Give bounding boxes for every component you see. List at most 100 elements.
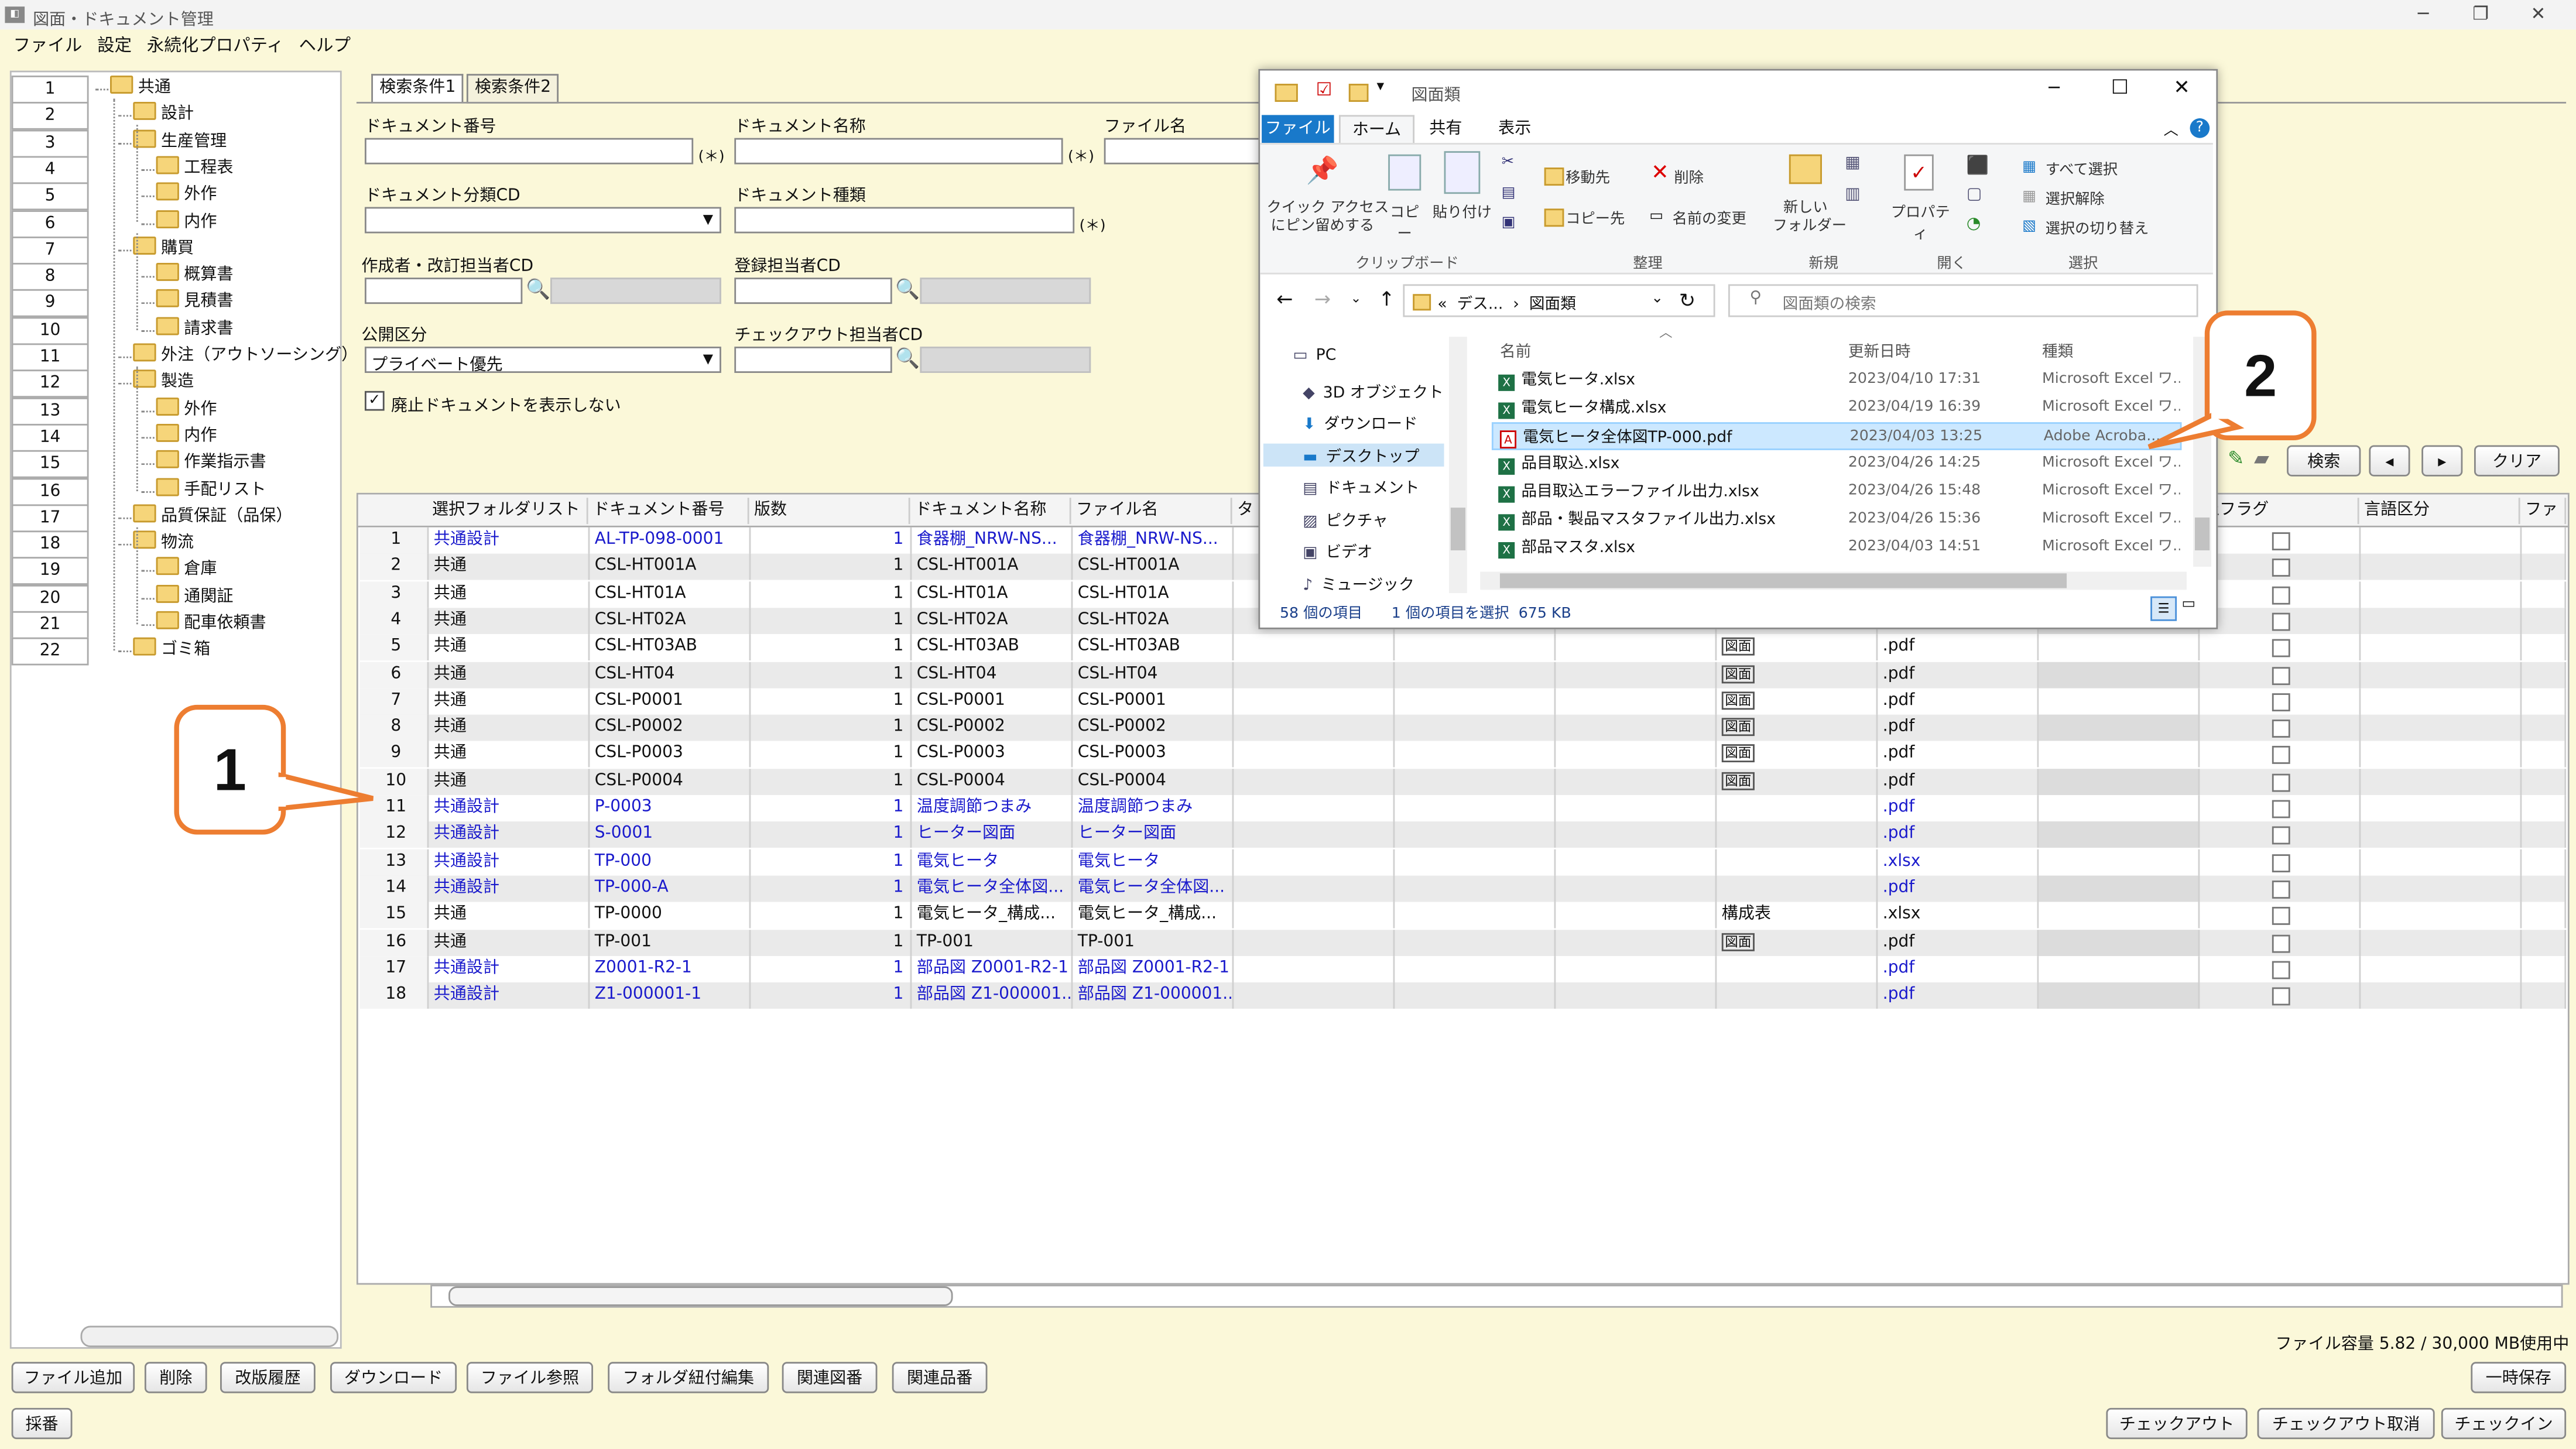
cell-empty[interactable] — [1556, 661, 1717, 688]
table-row[interactable]: 13 共通設計 TP-000 1 電気ヒータ 電気ヒータ .xlsx — [359, 848, 2567, 875]
tree-node[interactable]: 購買 — [133, 236, 194, 261]
cell-version[interactable]: 1 — [751, 634, 912, 661]
cell-empty[interactable] — [1234, 982, 1395, 1009]
cell-extension[interactable]: .pdf — [1878, 982, 2039, 1009]
ribbon-tab-home[interactable]: ホーム — [1338, 115, 1415, 145]
cell-doc-name[interactable]: 部品図 Z0001-R2-1 — [912, 955, 1073, 982]
file-row[interactable]: A 電気ヒータ全体図TP-000.pdf 2023/04/03 13:25 Adobe… — [1491, 422, 2182, 450]
cell-empty[interactable] — [1234, 688, 1395, 715]
cell-empty[interactable] — [1556, 929, 1717, 955]
cell-folder[interactable]: 共通 — [429, 714, 590, 741]
file-row[interactable]: X 電気ヒータ.xlsx 2023/04/10 17:31 Microsoft Exc… — [1492, 366, 2182, 395]
obsolete-checkbox[interactable] — [2272, 639, 2290, 657]
cell-empty[interactable] — [1556, 875, 1717, 902]
col-file[interactable]: ファ — [2520, 498, 2567, 525]
cell-file[interactable] — [2522, 768, 2567, 795]
minimize-icon[interactable]: ─ — [2399, 2, 2448, 28]
cell-empty[interactable] — [1234, 661, 1395, 688]
obsolete-checkbox[interactable] — [2272, 532, 2290, 551]
cell-language[interactable] — [2361, 554, 2522, 581]
doc-type-input[interactable] — [734, 207, 1075, 234]
ribbon-tab-share[interactable]: 共有 — [1418, 115, 1474, 143]
cell-doc-number[interactable]: TP-000 — [590, 848, 751, 875]
obsolete-checkbox[interactable] — [2272, 612, 2290, 631]
maximize-icon[interactable]: ☐ — [2111, 76, 2129, 98]
cell-file[interactable] — [2522, 795, 2567, 822]
cell-file-name[interactable]: 部品図 Z1-000001... — [1073, 982, 1234, 1009]
new-folder-button[interactable]: 新しい フォルダー — [1773, 200, 1847, 237]
cell-file-name[interactable]: 食器棚_NRW-NS... — [1073, 527, 1234, 554]
file-col-date[interactable]: 更新日時 — [1848, 338, 1911, 361]
row-number[interactable]: 7 — [359, 688, 429, 715]
revision-history-button[interactable]: 改版履歴 — [220, 1362, 316, 1393]
cell-file[interactable] — [2522, 929, 2567, 955]
cell-empty[interactable] — [1234, 955, 1395, 982]
cell-file-name[interactable]: CSL-HT02A — [1073, 607, 1234, 634]
tree-node[interactable]: 品質保証（品保） — [133, 503, 292, 529]
nav-item[interactable]: ◆ 3D オブジェクト — [1303, 379, 1444, 402]
doc-number-input[interactable] — [364, 138, 694, 165]
cell-kind[interactable]: 図面 — [1717, 768, 1878, 795]
cell-folder[interactable]: 共通設計 — [429, 821, 590, 848]
cell-language[interactable] — [2361, 875, 2522, 902]
nav-item[interactable]: ⬇ ダウンロード — [1303, 411, 1444, 434]
menu-help[interactable]: ヘルプ — [299, 31, 351, 61]
cell-folder[interactable]: 共通設計 — [429, 982, 590, 1009]
file-row[interactable]: X 品目取込.xlsx 2023/04/26 14:25 Microsoft Exce… — [1492, 450, 2182, 478]
tree-node[interactable]: 内作 — [156, 209, 217, 234]
obsolete-checkbox[interactable] — [2272, 827, 2290, 845]
cell-empty[interactable] — [1395, 848, 1556, 875]
cell-obsolete-flag[interactable] — [2200, 821, 2361, 848]
cell-empty[interactable] — [1556, 902, 1717, 929]
row-number[interactable]: 3 — [359, 581, 429, 608]
table-row[interactable]: 5 共通 CSL-HT03AB 1 CSL-HT03AB CSL-HT03AB 図面 .pdf — [359, 634, 2567, 661]
cell-doc-number[interactable]: P-0003 — [590, 795, 751, 822]
cell-kind[interactable] — [1717, 848, 1878, 875]
cell-doc-number[interactable]: TP-0000 — [590, 902, 751, 929]
cell-file-name[interactable]: CSL-P0004 — [1073, 768, 1234, 795]
tree-node[interactable]: 概算書 — [156, 263, 233, 287]
cell-kind[interactable]: 図面 — [1717, 741, 1878, 768]
cell-file-name[interactable]: 電気ヒータ_構成... — [1073, 902, 1234, 929]
add-file-button[interactable]: ファイル追加 — [11, 1362, 135, 1393]
search-icon[interactable]: 🔍 — [895, 347, 920, 369]
registrant-input[interactable] — [734, 278, 892, 304]
cell-language[interactable] — [2361, 848, 2522, 875]
prev-button[interactable]: ◂ — [2369, 445, 2410, 477]
row-number[interactable]: 18 — [359, 982, 429, 1009]
cell-folder[interactable]: 共通設計 — [429, 527, 590, 554]
cell-version[interactable]: 1 — [751, 741, 912, 768]
col-doc-number[interactable]: ドキュメント番号 — [588, 498, 749, 525]
cell-folder[interactable]: 共通 — [429, 607, 590, 634]
ribbon-tab-file[interactable]: ファイル — [1262, 115, 1334, 143]
edit-icon[interactable]: ▢ — [1967, 186, 1982, 204]
file-name-input[interactable] — [1104, 138, 1269, 165]
cell-file-name[interactable]: CSL-HT04 — [1073, 661, 1234, 688]
search-button[interactable]: 検索 — [2287, 445, 2361, 477]
cell-extension[interactable]: .pdf — [1878, 821, 2039, 848]
obsolete-checkbox[interactable] — [2272, 693, 2290, 711]
search-icon[interactable]: 🔍 — [895, 278, 920, 300]
cell-file[interactable] — [2522, 607, 2567, 634]
cell-empty[interactable] — [1395, 688, 1556, 715]
properties-button[interactable]: プロパティ — [1888, 200, 1953, 244]
cell-doc-name[interactable]: CSL-HT01A — [912, 581, 1073, 608]
cut-icon[interactable]: ✂ — [1502, 155, 1514, 171]
cell-language[interactable] — [2361, 768, 2522, 795]
cell-doc-name[interactable]: 電気ヒータ全体図... — [912, 875, 1073, 902]
cell-empty[interactable] — [1556, 741, 1717, 768]
cell-extension[interactable]: .pdf — [1878, 768, 2039, 795]
cell-kind[interactable] — [1717, 795, 1878, 822]
temp-save-button[interactable]: 一時保存 — [2471, 1362, 2567, 1393]
cell-empty[interactable] — [2039, 929, 2200, 955]
checkout-button[interactable]: チェックアウト — [2106, 1407, 2248, 1440]
cell-version[interactable]: 1 — [751, 554, 912, 581]
tree-node[interactable]: 設計 — [133, 102, 194, 127]
obsolete-checkbox[interactable] — [2272, 800, 2290, 818]
cell-empty[interactable] — [1395, 902, 1556, 929]
cell-empty[interactable] — [2039, 795, 2200, 822]
cell-file[interactable] — [2522, 875, 2567, 902]
cell-language[interactable] — [2361, 929, 2522, 955]
tree-node[interactable]: 見積書 — [156, 289, 233, 314]
cell-version[interactable]: 1 — [751, 661, 912, 688]
